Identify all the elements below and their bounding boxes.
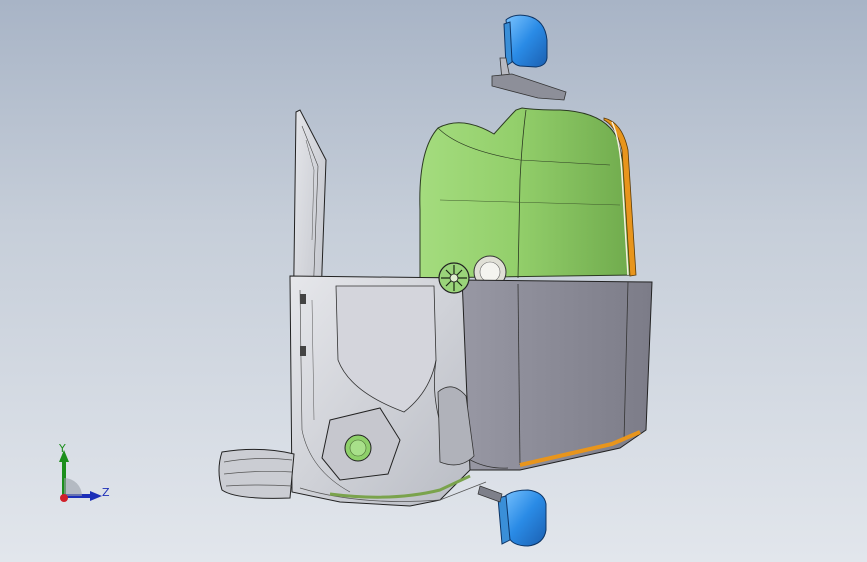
mirror-bracket[interactable] <box>491 73 567 101</box>
bottom-mirror[interactable] <box>477 485 547 547</box>
axis-triad: Y Z <box>52 440 122 510</box>
cab-body[interactable] <box>419 107 637 289</box>
wheel[interactable] <box>218 448 295 499</box>
axis-y-label: Y <box>59 442 66 455</box>
model-view[interactable] <box>0 0 867 562</box>
center-emblem-icon <box>438 262 470 294</box>
lower-housing[interactable] <box>457 279 653 471</box>
top-mirror[interactable] <box>499 14 548 81</box>
cad-viewport[interactable]: Y Z <box>0 0 867 562</box>
axis-z-label: Z <box>102 486 110 499</box>
